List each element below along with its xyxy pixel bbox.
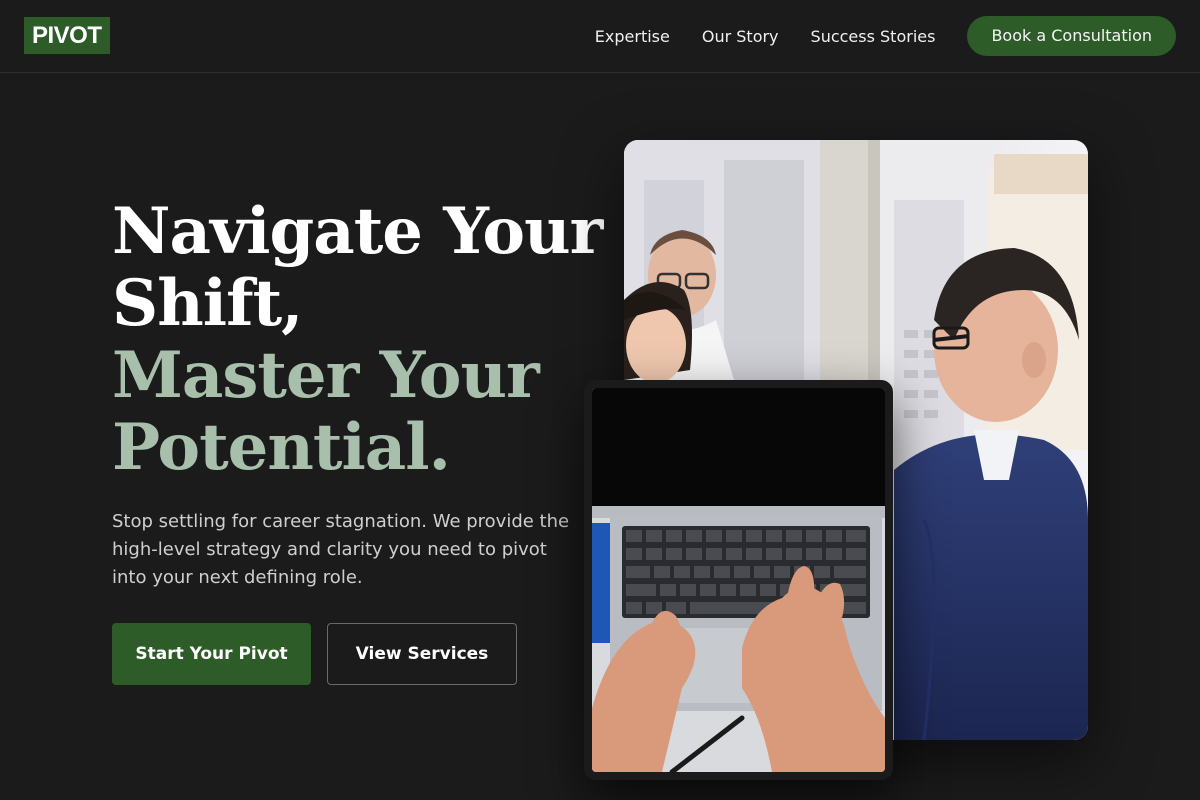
start-your-pivot-button[interactable]: Start Your Pivot bbox=[112, 623, 311, 685]
logo[interactable]: PIVOT bbox=[24, 17, 110, 54]
laptop-typing-photo bbox=[584, 380, 893, 780]
view-services-button[interactable]: View Services bbox=[327, 623, 517, 685]
nav-links: Expertise Our Story Success Stories Book… bbox=[595, 0, 1176, 72]
headline-line-2: Shift, bbox=[112, 266, 303, 341]
headline-line-1: Navigate Your bbox=[112, 194, 603, 269]
headline-line-4: Potential. bbox=[112, 410, 451, 485]
landing-page: PIVOT Expertise Our Story Success Storie… bbox=[0, 0, 1200, 800]
hero-headline: Navigate Your Shift, Master Your Potenti… bbox=[112, 194, 603, 485]
top-navigation: PIVOT Expertise Our Story Success Storie… bbox=[0, 0, 1200, 73]
nav-link-success-stories[interactable]: Success Stories bbox=[811, 27, 936, 46]
nav-link-our-story[interactable]: Our Story bbox=[702, 27, 779, 46]
hero-subtitle: Stop settling for career stagnation. We … bbox=[112, 511, 570, 588]
headline-line-3: Master Your bbox=[112, 338, 540, 413]
nav-link-expertise[interactable]: Expertise bbox=[595, 27, 670, 46]
book-consultation-button[interactable]: Book a Consultation bbox=[967, 16, 1176, 56]
